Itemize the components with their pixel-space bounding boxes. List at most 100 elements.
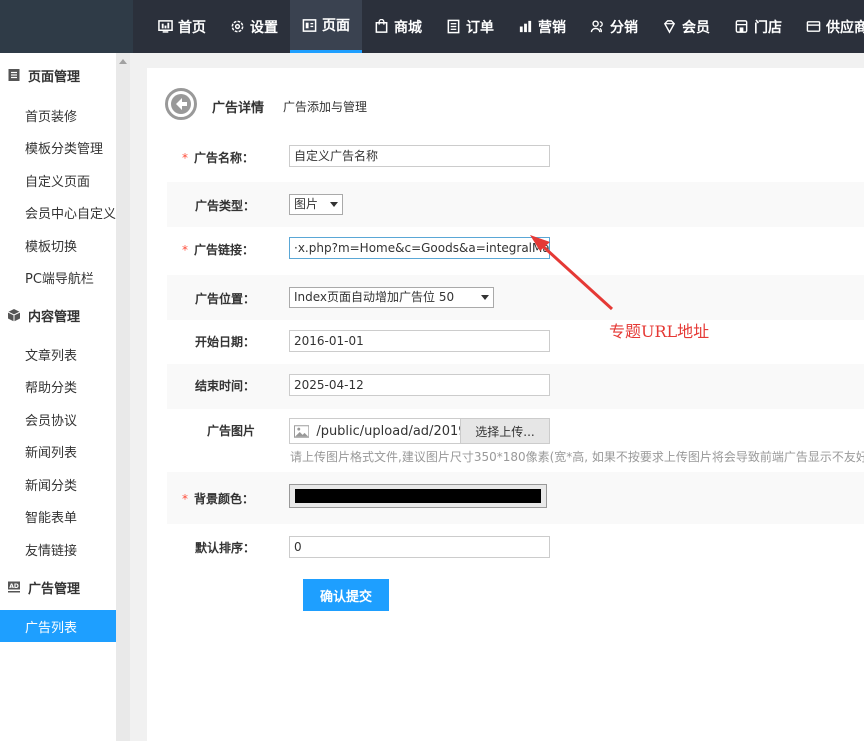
sidebar-item-template-category[interactable]: 模板分类管理 <box>0 131 116 163</box>
sort-input[interactable]: 0 <box>289 536 550 558</box>
sidebar-group-label: 内容管理 <box>28 309 81 325</box>
bgcolor-label: * 背景颜色： <box>182 492 255 506</box>
start-date-input[interactable]: 2016-01-01 <box>289 330 550 352</box>
nav-members[interactable]: 会员 <box>650 0 722 53</box>
upload-button[interactable]: 选择上传... <box>460 418 550 444</box>
bgcolor-swatch <box>295 489 541 503</box>
logo-area <box>0 0 133 53</box>
annotation-arrow-icon <box>530 235 614 311</box>
card-icon <box>806 21 821 32</box>
sidebar-item-help-category[interactable]: 帮助分类 <box>0 370 116 402</box>
nav-settings-label: 设置 <box>250 19 278 36</box>
submit-button[interactable]: 确认提交 <box>303 579 389 611</box>
svg-text:AD: AD <box>9 583 19 590</box>
main-nav: 首页 设置 页面 商城 订单 营销 分销 会员 门店 供应商 <box>146 0 864 53</box>
sidebar-group-page-management[interactable]: 页面管理 <box>0 57 116 93</box>
sidebar-item-custom-page[interactable]: 自定义页面 <box>0 164 116 196</box>
nav-marketing[interactable]: 营销 <box>506 0 578 53</box>
users-icon <box>590 20 603 33</box>
chevron-down-icon <box>481 295 489 300</box>
form-row-image: 广告图片 /public/upload/ad/2019 选择上传... 请上传图… <box>167 409 864 469</box>
monitor-icon <box>158 20 173 33</box>
sidebar-group-content-management[interactable]: 内容管理 <box>0 297 116 333</box>
store-icon <box>735 20 748 33</box>
nav-home-label: 首页 <box>178 19 206 36</box>
top-navbar: 首页 设置 页面 商城 订单 营销 分销 会员 门店 供应商 <box>0 0 864 53</box>
start-date-label: 开始日期： <box>195 335 256 349</box>
sidebar-item-news-category[interactable]: 新闻分类 <box>0 468 116 500</box>
ad-icon: AD <box>8 581 20 593</box>
page-subtitle: 广告添加与管理 <box>283 100 368 114</box>
sidebar-item-home-decor[interactable]: 首页装修 <box>0 99 116 131</box>
nav-pages-label: 页面 <box>322 18 350 34</box>
image-label: 广告图片 <box>207 424 256 438</box>
ad-type-value: 图片 <box>294 197 319 211</box>
page-title: 广告详情 <box>212 101 265 116</box>
nav-members-label: 会员 <box>682 19 710 36</box>
position-label: 广告位置： <box>195 292 256 306</box>
ad-type-select[interactable]: 图片 <box>289 194 343 215</box>
sidebar-item-smart-form[interactable]: 智能表单 <box>0 500 116 532</box>
layout-icon <box>302 18 317 32</box>
scroll-up-arrow-icon[interactable] <box>119 59 127 64</box>
form-row-link: * 广告链接： ·x.php?m=Home&c=Goods&a=integralM… <box>167 231 864 267</box>
nav-home[interactable]: 首页 <box>146 0 218 53</box>
gear-icon <box>231 20 244 33</box>
form-row-name: * 广告名称： 自定义广告名称 <box>167 138 864 174</box>
nav-orders-label: 订单 <box>466 19 494 36</box>
type-label: 广告类型： <box>195 199 256 213</box>
sidebar-item-member-center[interactable]: 会员中心自定义 <box>0 196 116 228</box>
sidebar-scrollbar[interactable] <box>116 53 130 741</box>
diamond-icon <box>663 20 676 34</box>
required-mark: * <box>182 151 188 165</box>
ad-name-input[interactable]: 自定义广告名称 <box>289 145 550 167</box>
nav-settings[interactable]: 设置 <box>218 0 290 53</box>
sidebar-item-friend-links[interactable]: 友情链接 <box>0 533 116 565</box>
link-label: * 广告链接： <box>182 243 255 257</box>
sidebar-item-articles[interactable]: 文章列表 <box>0 338 116 370</box>
ad-link-input[interactable]: ·x.php?m=Home&c=Goods&a=integralMall <box>289 237 550 259</box>
sidebar-item-template-switch[interactable]: 模板切换 <box>0 229 116 261</box>
ad-position-value: Index页面自动增加广告位 50 <box>294 290 455 304</box>
nav-distribution[interactable]: 分销 <box>578 0 650 53</box>
ad-position-select[interactable]: Index页面自动增加广告位 50 <box>289 287 494 308</box>
image-path-box[interactable]: /public/upload/ad/2019 <box>289 418 461 444</box>
form-row-end-date: 结束时间： 2025-04-12 <box>167 364 864 409</box>
sidebar-item-member-agreement[interactable]: 会员协议 <box>0 403 116 435</box>
sidebar-item-ad-list[interactable]: 广告列表 <box>0 610 116 642</box>
back-button[interactable] <box>165 88 197 120</box>
nav-mall[interactable]: 商城 <box>362 0 434 53</box>
bar-chart-icon <box>519 20 532 33</box>
end-date-label: 结束时间： <box>195 379 256 393</box>
nav-mall-label: 商城 <box>394 19 422 36</box>
nav-distribution-label: 分销 <box>610 19 638 36</box>
form-row-type: 广告类型： 图片 <box>167 182 864 227</box>
ad-detail-panel: 广告详情 广告添加与管理 * 广告名称： 自定义广告名称 广告类型： 图片 * 广告… <box>147 68 864 741</box>
image-icon <box>294 424 310 438</box>
image-path-value: /public/upload/ad/2019 <box>316 423 460 439</box>
nav-suppliers[interactable]: 供应商 <box>794 0 864 53</box>
arrow-left-icon <box>171 94 191 114</box>
annotation-text: 专题URL地址 <box>609 322 710 341</box>
list-icon <box>447 19 460 34</box>
sidebar-item-pc-nav[interactable]: PC端导航栏 <box>0 261 116 293</box>
bag-icon <box>375 19 388 33</box>
sort-label: 默认排序： <box>195 541 256 555</box>
form-row-sort: 默认排序： 0 <box>167 530 864 566</box>
bgcolor-picker[interactable] <box>289 484 547 508</box>
nav-stores[interactable]: 门店 <box>722 0 794 53</box>
sidebar-item-news-list[interactable]: 新闻列表 <box>0 435 116 467</box>
sidebar-group-ad-management[interactable]: AD 广告管理 <box>0 569 116 605</box>
nav-orders[interactable]: 订单 <box>434 0 506 53</box>
chevron-down-icon <box>330 202 338 207</box>
nav-marketing-label: 营销 <box>538 19 566 36</box>
form-row-bgcolor: * 背景颜色： <box>167 472 864 524</box>
name-label: * 广告名称： <box>182 151 255 165</box>
form-row-position: 广告位置： Index页面自动增加广告位 50 <box>167 275 864 320</box>
doc-icon <box>8 69 20 81</box>
sidebar-group-label: 页面管理 <box>28 69 81 85</box>
nav-suppliers-label: 供应商 <box>826 19 864 36</box>
nav-stores-label: 门店 <box>754 19 782 36</box>
end-date-input[interactable]: 2025-04-12 <box>289 374 550 396</box>
nav-pages[interactable]: 页面 <box>290 0 362 53</box>
